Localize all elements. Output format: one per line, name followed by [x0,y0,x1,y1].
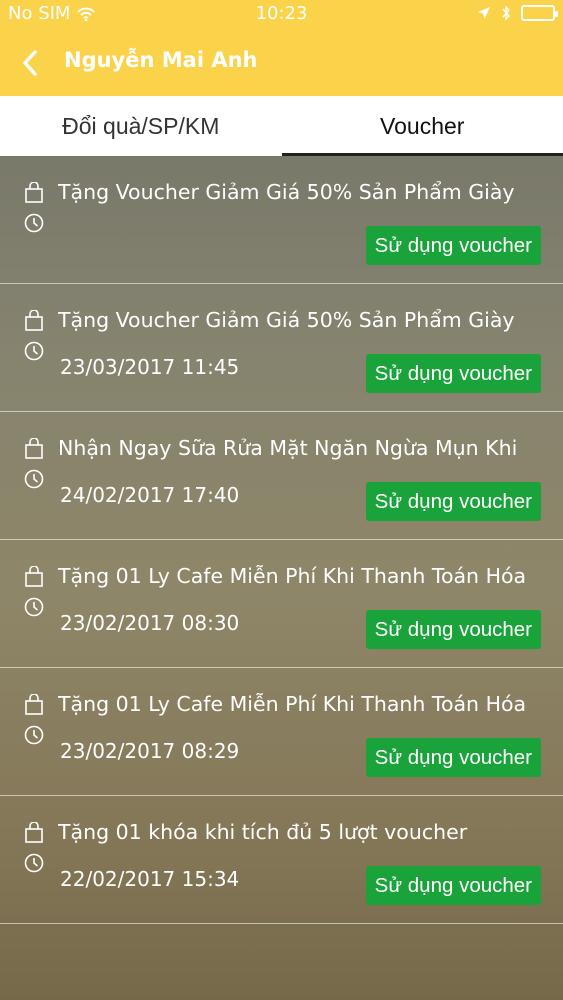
voucher-date: 23/02/2017 08:29 [60,739,240,763]
voucher-item[interactable]: Tặng 01 Ly Cafe Miễn Phí Khi Thanh Toán … [0,668,563,796]
voucher-item[interactable]: Tặng Voucher Giảm Giá 50% Sản Phẩm Giày … [0,284,563,412]
tab-doi-qua[interactable]: Đổi quà/SP/KM [0,96,282,156]
voucher-date: 22/02/2017 15:34 [60,867,240,891]
use-voucher-button[interactable]: Sử dụng voucher [365,610,541,649]
bluetooth-icon [501,5,511,21]
status-icons [477,5,558,21]
voucher-title: Tặng 01 khóa khi tích đủ 5 lượt voucher [58,820,468,844]
chevron-left-icon [22,50,38,76]
voucher-title: Tặng 01 Ly Cafe Miễn Phí Khi Thanh Toán … [58,564,527,588]
shopping-bag-icon [24,182,44,204]
page-title: Nguyễn Mai Anh [64,48,258,72]
nav-bar: Nguyễn Mai Anh [0,30,563,96]
voucher-title: Tặng Voucher Giảm Giá 50% Sản Phẩm Giày [58,308,515,332]
use-voucher-button[interactable]: Sử dụng voucher [365,482,541,521]
battery-icon [521,5,558,21]
tab-voucher[interactable]: Voucher [281,96,563,156]
voucher-item[interactable]: Nhận Ngay Sữa Rửa Mặt Ngăn Ngừa Mụn Khi … [0,412,563,540]
voucher-title: Tặng Voucher Giảm Giá 50% Sản Phẩm Giày [58,180,515,204]
shopping-bag-icon [24,566,44,588]
shopping-bag-icon [24,822,44,844]
tab-bar: Đổi quà/SP/KM Voucher [0,96,563,156]
status-bar: No SIM 10:23 [0,0,563,30]
voucher-title: Tặng 01 Ly Cafe Miễn Phí Khi Thanh Toán … [58,692,527,716]
back-button[interactable] [22,46,56,80]
clock-icon [24,341,44,361]
clock-icon [24,597,44,617]
voucher-title: Nhận Ngay Sữa Rửa Mặt Ngăn Ngừa Mụn Khi [58,436,518,460]
voucher-item[interactable]: Tặng Voucher Giảm Giá 50% Sản Phẩm Giày … [0,156,563,284]
voucher-date: 23/03/2017 11:45 [60,355,240,379]
use-voucher-button[interactable]: Sử dụng voucher [365,354,541,393]
use-voucher-button[interactable]: Sử dụng voucher [365,738,541,777]
use-voucher-button[interactable]: Sử dụng voucher [365,866,541,905]
clock-icon [24,853,44,873]
shopping-bag-icon [24,694,44,716]
voucher-date: 24/02/2017 17:40 [60,483,240,507]
location-icon [477,6,491,20]
shopping-bag-icon [24,438,44,460]
clock-icon [24,213,44,233]
shopping-bag-icon [24,310,44,332]
voucher-date: 23/02/2017 08:30 [60,611,240,635]
clock-icon [24,469,44,489]
voucher-item[interactable]: Tặng 01 Ly Cafe Miễn Phí Khi Thanh Toán … [0,540,563,668]
use-voucher-button[interactable]: Sử dụng voucher [365,226,541,265]
app-header: No SIM 10:23 Nguyễn Mai Anh [0,0,563,96]
voucher-item[interactable]: Tặng 01 khóa khi tích đủ 5 lượt voucher … [0,796,563,924]
clock-icon [24,725,44,745]
voucher-list: Tặng Voucher Giảm Giá 50% Sản Phẩm Giày … [0,156,563,924]
